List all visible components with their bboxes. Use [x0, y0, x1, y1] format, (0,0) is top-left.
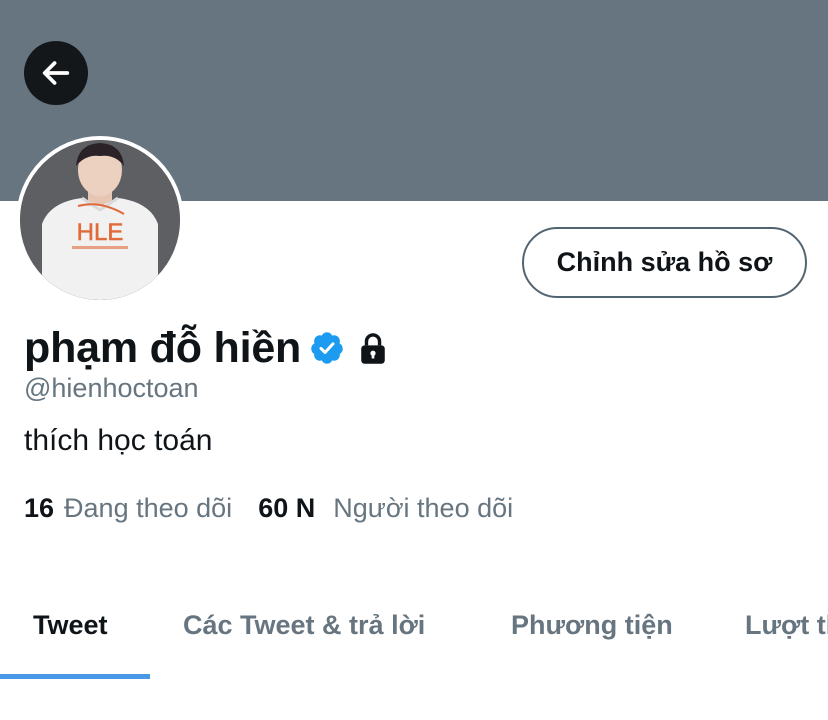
followers-count: 60 N	[258, 493, 316, 523]
avatar-shirt-text: HLE	[77, 219, 124, 246]
arrow-left-icon	[42, 61, 70, 85]
edit-profile-button[interactable]: Chỉnh sửa hồ sơ	[522, 227, 807, 298]
following-label: Đang theo dõi	[64, 493, 233, 523]
tab-tweets[interactable]: Tweet	[33, 610, 108, 641]
verified-badge-icon	[311, 332, 343, 364]
tab-likes[interactable]: Lượt thích	[745, 610, 828, 641]
name-row: phạm đỗ hiền	[24, 320, 389, 376]
back-button[interactable]	[24, 41, 88, 105]
active-tab-indicator	[0, 674, 150, 679]
followers-link[interactable]: 60 N Người theo dõi	[258, 493, 513, 524]
tab-media[interactable]: Phương tiện	[511, 610, 673, 641]
bio: thích học toán	[24, 424, 213, 457]
profile-photo: HLE	[20, 140, 180, 300]
followers-label: Người theo dõi	[333, 493, 514, 523]
display-name: phạm đỗ hiền	[24, 323, 302, 372]
profile-tabs: Tweet Các Tweet & trả lời Phương tiện Lư…	[0, 590, 828, 680]
stats-row: 16 Đang theo dõi 60 N Người theo dõi	[24, 493, 513, 524]
user-handle: @hienhoctoan	[24, 373, 199, 403]
avatar[interactable]: HLE	[20, 140, 180, 300]
following-link[interactable]: 16 Đang theo dõi	[24, 493, 232, 524]
following-count: 16	[24, 493, 55, 523]
lock-icon	[361, 333, 385, 364]
tab-tweets-and-replies[interactable]: Các Tweet & trả lời	[183, 610, 425, 641]
